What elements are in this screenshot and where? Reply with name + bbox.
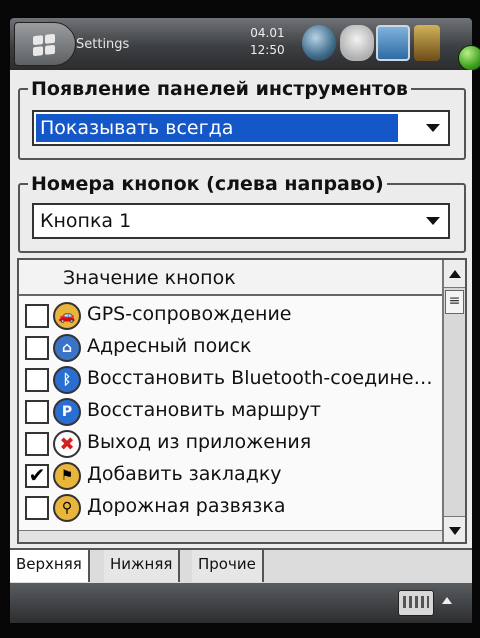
scroll-up-button[interactable] bbox=[444, 260, 465, 288]
bear-icon[interactable] bbox=[340, 25, 374, 61]
item-checkbox[interactable] bbox=[25, 400, 49, 424]
exit-icon: ✖ bbox=[53, 430, 81, 458]
item-label: Восстановить маршрут bbox=[87, 399, 321, 421]
toolbar-appearance-group: Появление панелей инструментов Показыват… bbox=[18, 78, 466, 160]
monitor-icon[interactable] bbox=[376, 25, 410, 61]
item-checkbox[interactable] bbox=[25, 304, 49, 328]
scroll-down-button[interactable] bbox=[444, 516, 465, 542]
scroll-thumb[interactable]: ≡ bbox=[445, 290, 464, 314]
clock-date: 04.01 bbox=[250, 26, 285, 40]
list-item[interactable]: ⚲ Дорожная развязка bbox=[19, 490, 444, 522]
button-number-select[interactable]: Кнопка 1 bbox=[32, 203, 450, 239]
tab-bar: Верхняя Нижняя Прочие bbox=[10, 548, 472, 583]
item-label: Дорожная развязка bbox=[87, 495, 286, 517]
item-label: Выход из приложения bbox=[87, 431, 312, 453]
beer-icon[interactable] bbox=[414, 25, 440, 61]
tab-top[interactable]: Верхняя bbox=[10, 550, 90, 582]
item-label: Восстановить Bluetooth-соедине… bbox=[87, 367, 433, 389]
item-checkbox[interactable] bbox=[25, 336, 49, 360]
keyboard-icon[interactable] bbox=[398, 590, 434, 616]
chevron-down-icon[interactable] bbox=[418, 112, 448, 144]
vertical-scrollbar[interactable]: ≡ bbox=[442, 260, 465, 542]
windows-flag-icon bbox=[33, 33, 55, 57]
bluetooth-icon: ᛒ bbox=[53, 366, 81, 394]
list-item[interactable]: ✔ ⚑ Добавить закладку bbox=[19, 458, 444, 490]
toolbar-appearance-value: Показывать всегда bbox=[36, 114, 398, 142]
horizontal-scrollbar[interactable] bbox=[19, 530, 444, 542]
button-number-group: Номера кнопок (слева направо) Кнопка 1 bbox=[18, 173, 466, 253]
list-item[interactable]: ✖ Выход из приложения bbox=[19, 426, 444, 458]
item-checkbox[interactable] bbox=[25, 432, 49, 456]
chevron-down-icon[interactable] bbox=[418, 205, 448, 237]
toolbar-appearance-legend: Появление панелей инструментов bbox=[28, 78, 411, 100]
ok-button[interactable] bbox=[458, 45, 480, 71]
tab-other[interactable]: Прочие bbox=[192, 550, 264, 582]
car-icon: 🚗 bbox=[53, 302, 81, 330]
toolbar-appearance-select[interactable]: Показывать всегда bbox=[32, 110, 450, 146]
tab-bottom[interactable]: Нижняя bbox=[104, 550, 181, 582]
item-label: GPS-сопровождение bbox=[87, 303, 292, 325]
list-item[interactable]: ᛒ Восстановить Bluetooth-соедине… bbox=[19, 362, 444, 394]
start-button[interactable] bbox=[14, 22, 76, 66]
zoom-icon: ⚲ bbox=[53, 494, 81, 522]
item-checkbox[interactable] bbox=[25, 496, 49, 520]
route-icon: P bbox=[53, 398, 81, 426]
clock[interactable]: 04.01 12:50 bbox=[250, 25, 285, 59]
item-checkbox[interactable]: ✔ bbox=[25, 464, 49, 488]
address-search-icon: ⌂ bbox=[53, 334, 81, 362]
item-label: Добавить закладку bbox=[87, 463, 282, 485]
settings-screen: Появление панелей инструментов Показыват… bbox=[10, 70, 472, 583]
app-title: Settings bbox=[76, 37, 130, 52]
chevron-up-icon[interactable] bbox=[442, 597, 452, 604]
title-bar: Settings 04.01 12:50 bbox=[10, 18, 480, 71]
list-item[interactable]: ⌂ Адресный поиск bbox=[19, 330, 444, 362]
list-item[interactable]: 🚗 GPS-сопровождение bbox=[19, 298, 444, 330]
device-frame: Settings 04.01 12:50 Появление панелей и… bbox=[0, 0, 480, 638]
button-number-value: Кнопка 1 bbox=[40, 210, 132, 232]
bookmark-icon: ⚑ bbox=[53, 462, 81, 490]
item-checkbox[interactable] bbox=[25, 368, 49, 392]
bottom-menu-bar bbox=[10, 583, 472, 623]
button-number-legend: Номера кнопок (слева направо) bbox=[28, 173, 387, 195]
list-header-label: Значение кнопок bbox=[63, 267, 236, 289]
list-item[interactable]: P Восстановить маршрут bbox=[19, 394, 444, 426]
button-function-list[interactable]: Значение кнопок 🚗 GPS-сопровождение ⌂ Ад… bbox=[17, 258, 467, 544]
item-label: Адресный поиск bbox=[87, 335, 252, 357]
globe-icon[interactable] bbox=[302, 25, 336, 61]
list-header[interactable]: Значение кнопок bbox=[19, 260, 444, 296]
clock-time: 12:50 bbox=[250, 43, 285, 57]
